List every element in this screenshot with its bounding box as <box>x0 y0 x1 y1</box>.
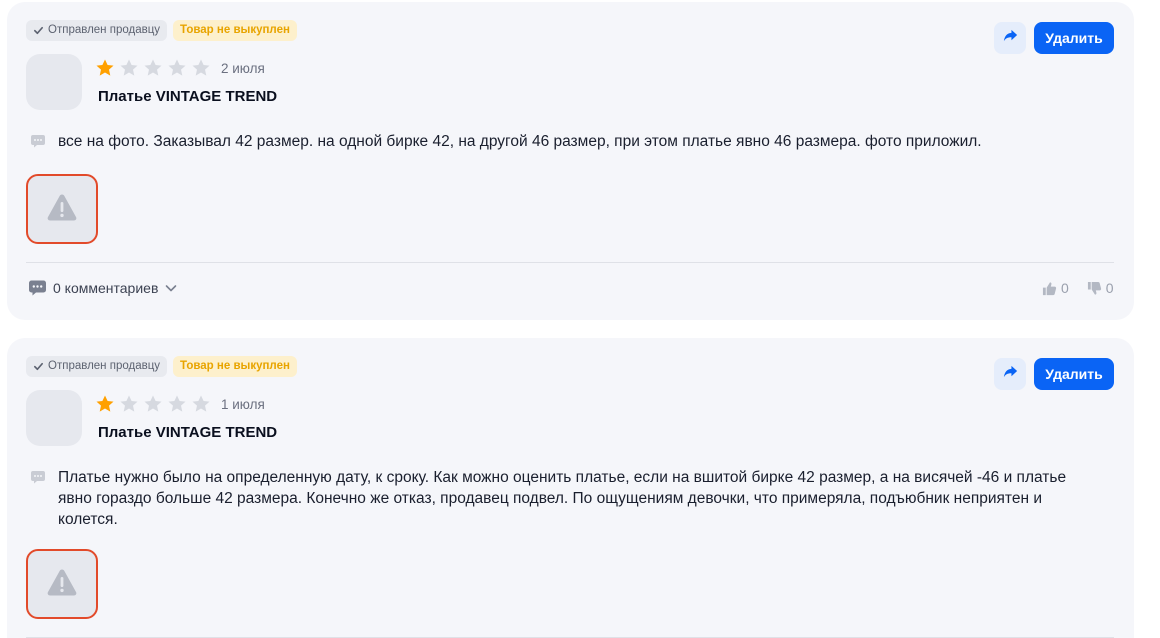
status-badge-sent: Отправлен продавцу <box>26 20 168 41</box>
comment-bubble-icon <box>30 467 46 530</box>
star-icon <box>119 394 139 414</box>
dislike-button[interactable]: 0 <box>1087 280 1114 296</box>
thumbs-up-icon <box>1042 281 1057 296</box>
share-button[interactable] <box>994 22 1026 54</box>
review-card: Отправлен продавцу Товар не выкуплен Уда… <box>7 2 1134 320</box>
comments-count: 0 комментариев <box>53 280 159 296</box>
divider <box>26 262 1114 263</box>
comment-bubble-icon <box>28 279 47 297</box>
star-icon <box>95 394 115 414</box>
star-icon <box>191 58 211 78</box>
status-badges: Отправлен продавцу Товар не выкуплен <box>26 20 297 41</box>
star-icon <box>143 394 163 414</box>
delete-button[interactable]: Удалить <box>1034 22 1114 54</box>
review-card: Отправлен продавцу Товар не выкуплен Уда… <box>7 338 1134 638</box>
rating-stars: 1 июля <box>95 394 265 414</box>
star-icon <box>119 58 139 78</box>
review-photo[interactable] <box>26 174 98 244</box>
votes: 0 0 <box>1042 280 1114 296</box>
dislikes-count: 0 <box>1105 280 1114 296</box>
rating-stars: 2 июля <box>95 58 265 78</box>
warning-triangle-icon <box>46 192 78 227</box>
star-icon <box>167 58 187 78</box>
check-icon <box>33 361 44 372</box>
delete-button[interactable]: Удалить <box>1034 358 1114 390</box>
likes-count: 0 <box>1061 280 1069 296</box>
comments-toggle[interactable]: 0 комментариев <box>28 279 178 297</box>
star-icon <box>167 394 187 414</box>
review-body: Платье нужно было на определенную дату, … <box>30 467 1100 530</box>
status-sent-label: Отправлен продавцу <box>48 24 161 36</box>
star-icon <box>143 58 163 78</box>
star-icon <box>191 394 211 414</box>
product-name[interactable]: Платье VINTAGE TREND <box>98 424 277 441</box>
like-button[interactable]: 0 <box>1042 280 1069 296</box>
product-thumbnail[interactable] <box>26 54 82 110</box>
page-edge <box>1150 0 1160 638</box>
share-button[interactable] <box>994 358 1026 390</box>
share-arrow-icon <box>1002 363 1019 385</box>
review-body: все на фото. Заказывал 42 размер. на одн… <box>30 131 1100 152</box>
review-text: Платье нужно было на определенную дату, … <box>58 469 1067 528</box>
warning-triangle-icon <box>46 567 78 602</box>
share-arrow-icon <box>1002 27 1019 49</box>
comment-bubble-icon <box>30 131 46 152</box>
review-date: 1 июля <box>221 396 265 412</box>
status-sent-label: Отправлен продавцу <box>48 360 161 372</box>
review-photo[interactable] <box>26 549 98 619</box>
status-badge-not-bought: Товар не выкуплен <box>173 20 297 41</box>
status-badge-sent: Отправлен продавцу <box>26 356 168 377</box>
product-name[interactable]: Платье VINTAGE TREND <box>98 88 277 105</box>
status-badges: Отправлен продавцу Товар не выкуплен <box>26 356 297 377</box>
review-text: все на фото. Заказывал 42 размер. на одн… <box>58 133 982 150</box>
thumbs-down-icon <box>1087 281 1102 296</box>
status-badge-not-bought: Товар не выкуплен <box>173 356 297 377</box>
product-thumbnail[interactable] <box>26 390 82 446</box>
review-date: 2 июля <box>221 60 265 76</box>
chevron-down-icon <box>164 281 178 295</box>
check-icon <box>33 25 44 36</box>
star-icon <box>95 58 115 78</box>
